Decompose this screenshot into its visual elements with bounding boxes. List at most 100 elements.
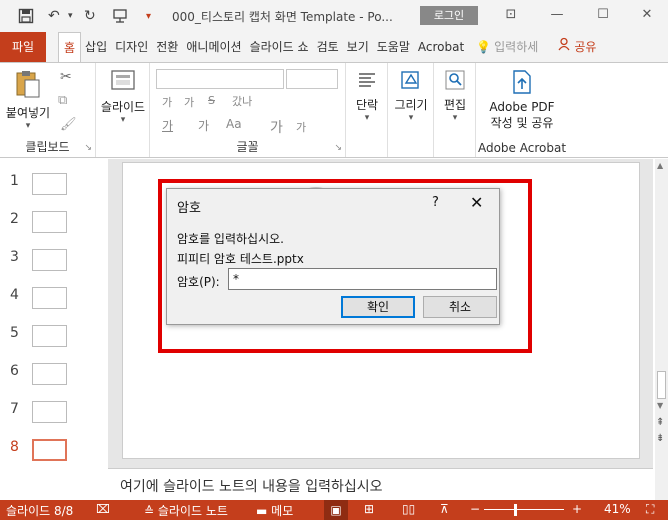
font-color-button[interactable]: 가 bbox=[162, 117, 173, 134]
new-slide-button[interactable]: 슬라이드 ▾ bbox=[98, 69, 148, 125]
tab-file[interactable]: 파일 bbox=[0, 32, 46, 62]
tab-view[interactable]: 보기 bbox=[343, 32, 373, 62]
slide-thumbnail-7[interactable]: 7 bbox=[0, 401, 108, 439]
tell-me-search[interactable]: 💡 입력하세 bbox=[472, 32, 542, 62]
dialog-close-icon[interactable]: ✕ bbox=[470, 193, 483, 212]
start-from-beginning-icon[interactable] bbox=[112, 6, 130, 26]
password-field[interactable]: * bbox=[228, 268, 497, 290]
comments-icon: ▬ bbox=[256, 504, 272, 518]
find-icon bbox=[436, 69, 474, 94]
undo-icon[interactable]: ↶ bbox=[48, 6, 60, 26]
adobe-pdf-label-2: 작성 및 공유 bbox=[490, 116, 554, 130]
tab-review[interactable]: 검토 bbox=[313, 32, 343, 62]
tab-animations[interactable]: 애니메이션 bbox=[182, 32, 245, 62]
editing-dropdown-icon[interactable]: ▾ bbox=[436, 113, 474, 123]
normal-view-icon[interactable]: ▣ bbox=[324, 500, 348, 520]
maximize-icon[interactable]: ☐ bbox=[588, 4, 618, 26]
paragraph-label: 단락 bbox=[355, 98, 379, 112]
paste-button[interactable]: 붙여넣기 ▾ bbox=[4, 69, 52, 131]
close-icon[interactable]: ✕ bbox=[632, 4, 662, 26]
window-title: 000_티스토리 캡처 화면 Template - Po... bbox=[172, 10, 393, 24]
tab-help[interactable]: 도움말 bbox=[373, 32, 414, 62]
drawing-dropdown-icon[interactable]: ▾ bbox=[390, 113, 432, 123]
highlight-button[interactable]: 가 bbox=[198, 117, 209, 134]
font-launcher-icon[interactable]: ↘ bbox=[334, 143, 342, 153]
slide-thumbnail-1[interactable]: 1 bbox=[0, 173, 108, 211]
tab-acrobat[interactable]: Acrobat bbox=[414, 32, 468, 62]
login-button[interactable]: 로그인 bbox=[420, 6, 478, 25]
adobe-group: Adobe PDF 작성 및 공유 Adobe Acrobat bbox=[476, 63, 568, 157]
slide-thumbnail-3[interactable]: 3 bbox=[0, 249, 108, 287]
scroll-down-icon[interactable]: ▼ bbox=[657, 401, 663, 410]
slide-thumbnail-image bbox=[32, 173, 67, 195]
tab-insert[interactable]: 삽입 bbox=[81, 32, 111, 62]
strikethrough-button[interactable]: S bbox=[208, 94, 215, 107]
copy-icon[interactable]: ⧉ bbox=[58, 93, 67, 108]
shrink-font-button[interactable]: 가 bbox=[296, 119, 306, 135]
slide-sorter-icon[interactable]: ⊞ bbox=[364, 502, 374, 516]
help-icon[interactable]: ? bbox=[432, 195, 439, 210]
ok-button[interactable]: 확인 bbox=[341, 296, 415, 318]
editing-button[interactable]: 편집 ▾ bbox=[436, 69, 474, 123]
slide-thumbnail-4[interactable]: 4 bbox=[0, 287, 108, 325]
drawing-button[interactable]: 그리기 ▾ bbox=[390, 69, 432, 123]
previous-slide-icon[interactable]: ⇞ bbox=[656, 417, 664, 428]
new-slide-dropdown-icon[interactable]: ▾ bbox=[98, 115, 148, 125]
slide-show-icon[interactable]: ⊼ bbox=[440, 502, 449, 516]
zoom-slider-thumb[interactable] bbox=[514, 504, 517, 516]
zoom-in-icon[interactable]: + bbox=[572, 502, 582, 516]
vertical-scrollbar[interactable]: ▲ ▼ ⇞ ⇟ bbox=[655, 159, 668, 500]
reading-view-icon[interactable]: ▯▯ bbox=[402, 502, 415, 516]
tab-slide-show[interactable]: 슬라이드 쇼 bbox=[246, 32, 313, 62]
customize-toolbar-icon[interactable]: ▾ bbox=[146, 6, 151, 26]
paragraph-dropdown-icon[interactable]: ▾ bbox=[348, 113, 386, 123]
fit-to-window-icon[interactable]: ⛶ bbox=[646, 502, 654, 517]
tab-transitions[interactable]: 전환 bbox=[152, 32, 182, 62]
scroll-thumb[interactable] bbox=[657, 371, 666, 399]
save-icon[interactable] bbox=[18, 6, 34, 26]
person-icon bbox=[558, 32, 572, 62]
slide-thumbnail-image bbox=[32, 287, 67, 309]
slide-number: 5 bbox=[10, 325, 19, 341]
minimize-icon[interactable]: — bbox=[542, 4, 572, 26]
cancel-button[interactable]: 취소 bbox=[423, 296, 497, 318]
notes-toggle-label: 슬라이드 노트 bbox=[157, 504, 228, 518]
format-painter-icon[interactable]: 🖌 bbox=[60, 117, 77, 132]
next-slide-icon[interactable]: ⇟ bbox=[656, 433, 664, 444]
font-name-combo[interactable] bbox=[156, 69, 284, 89]
clipboard-launcher-icon[interactable]: ↘ bbox=[84, 143, 92, 153]
tab-design[interactable]: 디자인 bbox=[111, 32, 152, 62]
char-spacing-button[interactable]: 갔나 bbox=[232, 93, 252, 109]
zoom-level[interactable]: 41% bbox=[604, 502, 631, 516]
ribbon-display-options-icon[interactable]: ⊡ bbox=[496, 4, 526, 26]
slide-thumbnail-image bbox=[32, 249, 67, 271]
tab-home[interactable]: 홈 bbox=[58, 32, 82, 62]
slide-thumbnail-6[interactable]: 6 bbox=[0, 363, 108, 401]
share-button[interactable]: 공유 bbox=[554, 32, 600, 62]
slide-thumbnail-2[interactable]: 2 bbox=[0, 211, 108, 249]
paragraph-button[interactable]: 단락 ▾ bbox=[348, 69, 386, 123]
notes-pane[interactable]: 여기에 슬라이드 노트의 내용을 입력하십시오 bbox=[108, 468, 653, 500]
paste-dropdown-icon[interactable]: ▾ bbox=[4, 121, 52, 131]
zoom-slider[interactable] bbox=[484, 509, 564, 510]
new-slide-icon bbox=[98, 69, 148, 96]
grow-font-button[interactable]: 가 bbox=[270, 117, 283, 137]
notes-toggle-button[interactable]: ≙ 슬라이드 노트 bbox=[144, 502, 228, 519]
lightbulb-icon: 💡 bbox=[476, 40, 492, 54]
clipboard-group-label: 클립보드 bbox=[25, 140, 70, 154]
cut-icon[interactable]: ✂ bbox=[60, 69, 72, 85]
redo-icon[interactable]: ↻ bbox=[84, 6, 96, 26]
change-case-button[interactable]: Aa bbox=[226, 117, 242, 131]
decrease-font-button[interactable]: 가 bbox=[184, 94, 194, 110]
paragraph-icon bbox=[348, 69, 386, 94]
increase-font-button[interactable]: 가 bbox=[162, 94, 172, 110]
undo-dropdown-icon[interactable]: ▾ bbox=[68, 6, 73, 26]
comments-button[interactable]: ▬ 메모 bbox=[256, 502, 293, 519]
slide-thumbnail-5[interactable]: 5 bbox=[0, 325, 108, 363]
spellcheck-icon[interactable]: ⌧ bbox=[96, 502, 110, 516]
slide-thumbnail-8[interactable]: 8 bbox=[0, 439, 108, 477]
adobe-pdf-button[interactable]: Adobe PDF 작성 및 공유 bbox=[480, 69, 564, 131]
zoom-out-icon[interactable]: − bbox=[470, 502, 480, 516]
scroll-up-icon[interactable]: ▲ bbox=[657, 161, 663, 170]
font-size-combo[interactable] bbox=[286, 69, 338, 89]
